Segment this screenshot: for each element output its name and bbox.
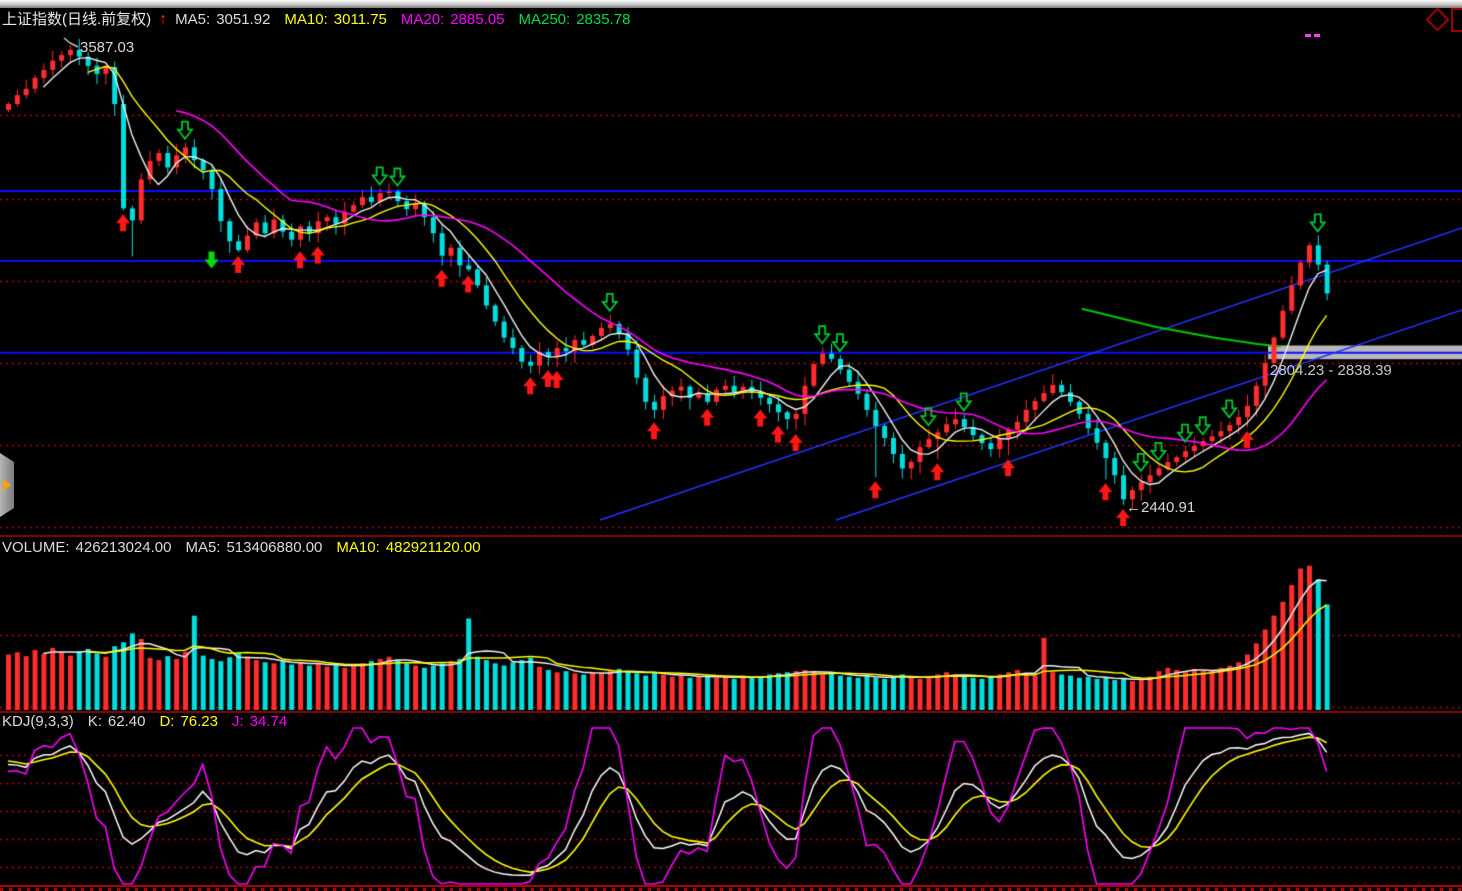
- top-scrollbar[interactable]: [0, 0, 1462, 8]
- ma20-value: 2885.05: [450, 11, 504, 29]
- kdj-header: KDJ(9,3,3) K: 62.40 D: 76.23 J: 34.74: [2, 713, 287, 731]
- j-value: 34.74: [250, 713, 288, 731]
- volume-value: 426213024.00: [76, 539, 172, 557]
- ma5-value: 3051.92: [216, 11, 270, 29]
- magenta-dash-icon: [1305, 34, 1311, 37]
- d-value: 76.23: [180, 713, 218, 731]
- volume-label: VOLUME:: [2, 539, 70, 557]
- j-label: J:: [232, 713, 244, 731]
- chart-canvas[interactable]: [0, 0, 1462, 891]
- vol-ma10-value: 482921120.00: [386, 539, 481, 557]
- magenta-dash-icon: [1314, 34, 1320, 37]
- volume-header: VOLUME: 426213024.00 MA5: 513406880.00 M…: [2, 539, 481, 557]
- ma250-value: 2835.78: [576, 11, 630, 29]
- trend-up-arrow-icon: ↑: [159, 11, 167, 29]
- kdj-title[interactable]: KDJ(9,3,3): [2, 713, 74, 731]
- vol-ma5-label: MA5:: [185, 539, 220, 557]
- ma20-label: MA20:: [401, 11, 444, 29]
- trough-price-annotation: ←2440.91: [1126, 499, 1195, 516]
- k-value: 62.40: [108, 713, 146, 731]
- ma5-label: MA5:: [175, 11, 210, 29]
- peak-price-annotation: 3587.03: [80, 39, 134, 56]
- trading-app-window: 上证指数(日线.前复权) ↑ MA5: 3051.92 MA10: 3011.7…: [0, 0, 1462, 891]
- ma250-label: MA250:: [518, 11, 570, 29]
- main-chart-header: 上证指数(日线.前复权) ↑ MA5: 3051.92 MA10: 3011.7…: [2, 11, 630, 29]
- vol-ma10-label: MA10:: [336, 539, 379, 557]
- symbol-title[interactable]: 上证指数(日线.前复权): [2, 11, 151, 29]
- gap-zone-annotation: 2804.23 - 2838.39: [1270, 362, 1392, 379]
- ma10-label: MA10:: [284, 11, 327, 29]
- d-label: D:: [159, 713, 174, 731]
- expand-arrow-icon[interactable]: [3, 479, 11, 491]
- rect-marker-icon[interactable]: [1451, 8, 1462, 32]
- panel-separator: [0, 535, 1462, 537]
- k-label: K:: [88, 713, 102, 731]
- vol-ma5-value: 513406880.00: [226, 539, 322, 557]
- ma10-value: 3011.75: [334, 11, 387, 29]
- bottom-axis-line: [0, 885, 1462, 887]
